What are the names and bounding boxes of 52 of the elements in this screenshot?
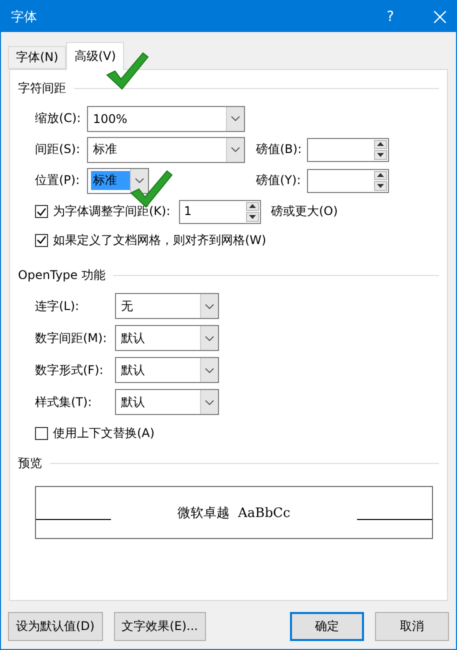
- up-arrow-icon: [377, 142, 384, 146]
- up-arrow-icon: [377, 173, 384, 178]
- down-arrow-icon: [377, 152, 384, 157]
- tab[interactable]: 字体(N): [8, 46, 66, 69]
- dropdown[interactable]: 默认: [115, 357, 219, 383]
- field-label: 缩放(C):: [35, 110, 82, 127]
- dialog-button[interactable]: 设为默认值(D): [8, 612, 103, 641]
- section-title: 预览: [18, 455, 42, 472]
- number-field[interactable]: 1: [179, 200, 261, 224]
- window-title: 字体: [11, 8, 38, 26]
- dropdown[interactable]: 默认: [115, 389, 219, 415]
- dropdown[interactable]: 标准: [87, 168, 149, 194]
- chevron-down-icon: [205, 368, 214, 372]
- field-label: 数字间距(M):: [35, 330, 108, 346]
- up-arrow-icon: [249, 204, 256, 208]
- field-label: 位置(P):: [35, 172, 81, 189]
- chevron-down-icon: [205, 304, 214, 308]
- number-field[interactable]: [307, 138, 389, 162]
- unit-label: 磅或更大(O): [271, 203, 338, 220]
- chevron-down-icon: [135, 178, 144, 183]
- chevron-down-icon: [231, 116, 240, 121]
- dialog-button[interactable]: 取消: [375, 612, 449, 641]
- field-label: 磅值(B):: [256, 141, 303, 158]
- tab[interactable]: 高级(V): [66, 42, 124, 70]
- dropdown[interactable]: 无: [115, 293, 219, 319]
- dropdown[interactable]: 默认: [115, 325, 219, 351]
- section-title: 字符间距: [18, 80, 66, 97]
- chevron-down-icon: [205, 400, 214, 404]
- chevron-down-icon: [231, 147, 240, 152]
- checkbox[interactable]: [35, 234, 48, 246]
- field-label: 样式集(T):: [35, 394, 93, 410]
- field-label: 间距(S):: [35, 141, 82, 158]
- checkbox[interactable]: [35, 427, 48, 440]
- down-arrow-icon: [377, 184, 384, 188]
- checkbox-label: 如果定义了文档网格，则对齐到网格(W): [53, 232, 266, 248]
- help-button[interactable]: ?: [386, 8, 394, 24]
- number-field[interactable]: [307, 168, 389, 192]
- dropdown[interactable]: 100%: [87, 106, 245, 132]
- section-title: OpenType 功能: [18, 267, 106, 284]
- checkbox-label: 使用上下文替换(A): [53, 425, 155, 442]
- field-label: 磅值(Y):: [256, 172, 302, 189]
- preview-text: 微软卓越 AaBbCc: [176, 504, 292, 522]
- close-icon[interactable]: [434, 10, 446, 22]
- dialog-button[interactable]: 确定: [290, 612, 364, 641]
- checkbox-label: 为字体调整字间距(K):: [53, 203, 172, 220]
- dropdown[interactable]: 标准: [87, 136, 245, 162]
- field-label: 数字形式(F):: [35, 362, 104, 378]
- dialog-button[interactable]: 文字效果(E)...: [114, 612, 206, 641]
- down-arrow-icon: [249, 214, 256, 219]
- field-label: 连字(L):: [35, 298, 80, 314]
- checkbox[interactable]: [35, 205, 48, 218]
- chevron-down-icon: [205, 336, 214, 340]
